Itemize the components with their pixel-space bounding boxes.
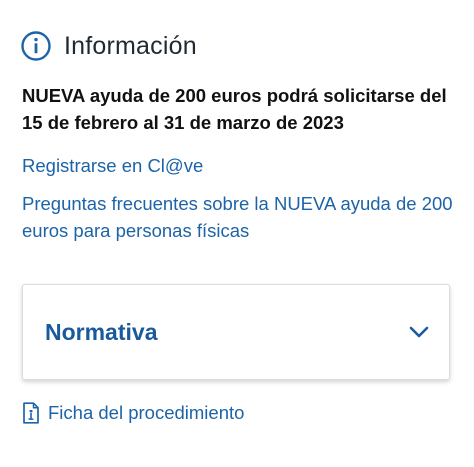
info-header: Información (20, 28, 197, 64)
normativa-accordion[interactable]: Normativa (22, 284, 450, 380)
ficha-procedimiento-link[interactable]: Ficha del procedimiento (22, 402, 244, 424)
headline-text: NUEVA ayuda de 200 euros podrá solicitar… (22, 85, 447, 133)
document-icon (23, 402, 39, 424)
register-clave-link[interactable]: Registrarse en Cl@ve (22, 152, 203, 179)
info-circle-icon (21, 31, 51, 61)
chevron-down-icon[interactable] (407, 320, 431, 344)
ficha-label: Ficha del procedimiento (48, 402, 245, 423)
page-title: Información (64, 31, 197, 60)
faq-link[interactable]: Preguntas frecuentes sobre la NUEVA ayud… (22, 190, 462, 244)
accordion-title: Normativa (45, 318, 158, 345)
info-panel: Información NUEVA ayuda de 200 euros pod… (0, 0, 474, 467)
